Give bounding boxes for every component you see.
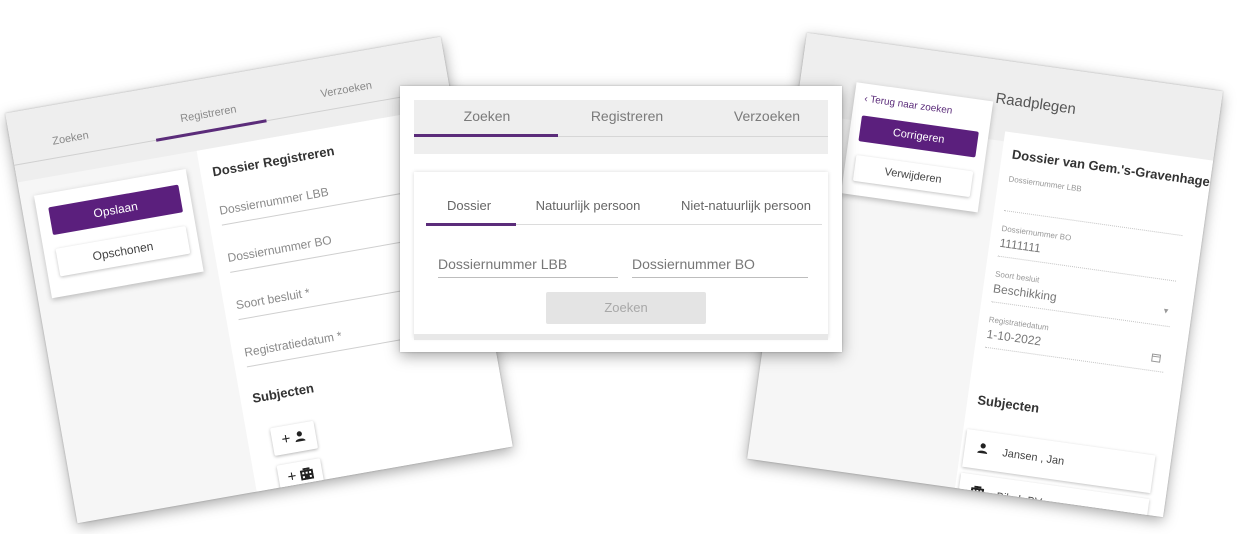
chevron-left-icon: ‹ [863,93,869,105]
subjects-title: Subjecten [251,380,315,406]
dossier-details: Dossier van Gem.'s-Gravenhage Dossiernum… [955,131,1214,518]
search-button[interactable]: Zoeken [546,292,706,324]
subtab-dossier[interactable]: Dossier [436,198,502,213]
save-button[interactable]: Opslaan [48,184,184,236]
tab-zoeken[interactable]: Zoeken [418,108,556,124]
field-label: Dossiernummer LBB [1007,174,1083,194]
form-title: Dossier Registreren [211,143,336,180]
action-menu: Opslaan Opschonen [33,169,204,299]
dropdown-arrow-icon[interactable]: ▾ [1163,305,1169,317]
field-value: Beschikking [992,281,1058,305]
person-icon [296,431,307,443]
tab-registreren[interactable]: Registreren [558,108,696,124]
calendar-icon[interactable] [1151,352,1162,363]
page-title: Raadplegen [994,89,1078,118]
field-value: 1111111 [998,235,1042,256]
subject-name: Jansen , Jan [1001,447,1065,468]
subtab-niet-natuurlijk-persoon[interactable]: Niet-natuurlijk persoon [666,198,826,213]
dossiernummer-bo-input[interactable]: Dossiernummer BO [632,256,808,278]
add-organisation-button[interactable]: + [276,458,325,494]
plus-icon: + [286,467,298,486]
search-panel: Dossier Natuurlijk persoon Niet-natuurli… [414,172,828,338]
person-icon [977,443,988,455]
delete-button[interactable]: Verwijderen [852,154,974,198]
correct-button[interactable]: Corrigeren [858,115,979,158]
add-person-button[interactable]: + [269,420,319,456]
subjects-title: Subjecten [976,392,1041,416]
bottom-bar [414,334,828,340]
tab-bar: Zoeken Registreren Verzoeken [414,100,828,154]
building-icon [299,467,315,481]
subtab-natuurlijk-persoon[interactable]: Natuurlijk persoon [518,198,658,213]
back-link[interactable]: ‹ Terug naar zoeken [864,94,953,117]
subject-name: Bibob BV [995,490,1043,510]
search-screen: Zoeken Registreren Verzoeken Dossier Nat… [400,86,842,352]
field-divider [984,346,1164,373]
tab-verzoeken[interactable]: Verzoeken [698,108,836,124]
action-menu: ‹ Terug naar zoeken Corrigeren Verwijder… [840,82,994,213]
plus-icon: + [280,430,292,449]
active-subtab-indicator [426,223,516,226]
active-tab-indicator [414,134,558,137]
building-icon [969,485,985,499]
dossiernummer-lbb-input[interactable]: Dossiernummer LBB [438,256,618,278]
back-link-label: Terug naar zoeken [869,94,954,117]
clear-button[interactable]: Opschonen [55,225,191,277]
